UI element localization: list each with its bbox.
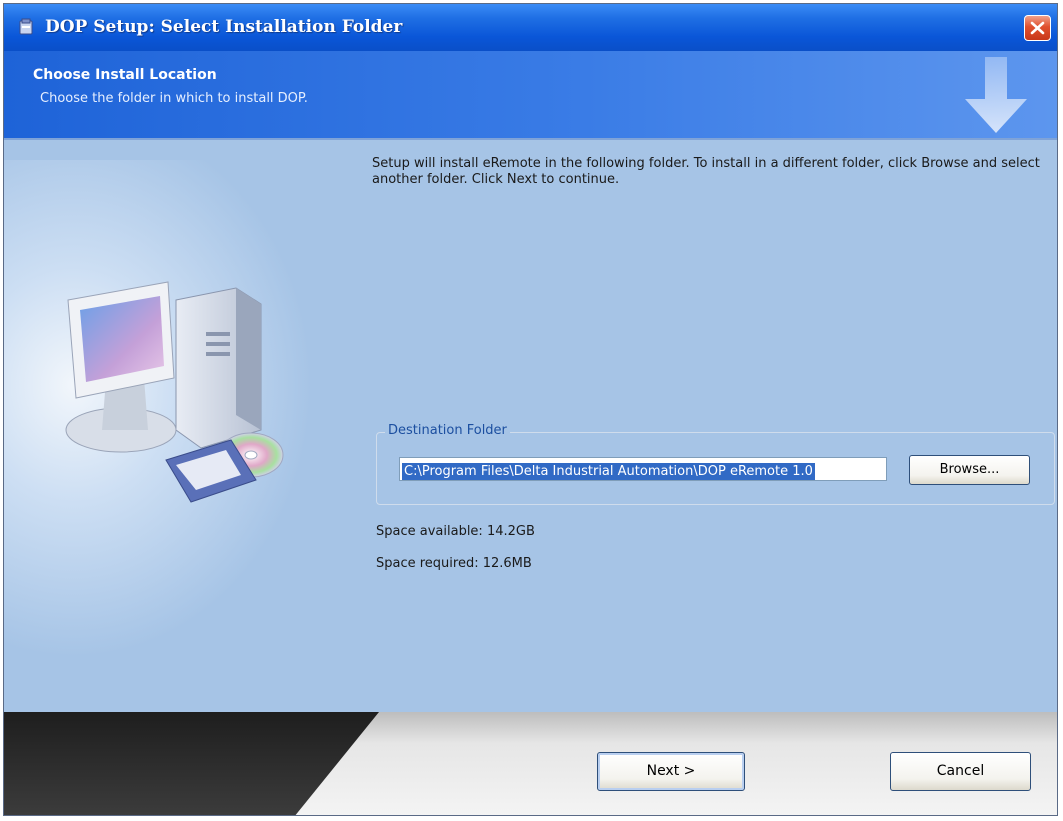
next-button[interactable]: Next > [597, 752, 745, 791]
destination-folder-label: Destination Folder [385, 423, 510, 438]
down-arrow-icon [965, 57, 1027, 133]
computer-illustration [65, 281, 284, 503]
destination-folder-input[interactable]: C:\Program Files\Delta Industrial Automa… [399, 457, 887, 481]
footer-bar: Next > Cancel [4, 712, 1057, 815]
footer-decoration [4, 712, 379, 815]
intro-text: Setup will install eRemote in the follow… [372, 156, 1040, 187]
title-bar[interactable]: DOP Setup: Select Installation Folder [4, 4, 1057, 51]
page-subtitle: Choose the folder in which to install DO… [40, 91, 308, 106]
space-available: Space available: 14.2GB [376, 524, 535, 539]
installer-icon [19, 18, 33, 35]
destination-folder-group: Destination Folder C:\Program Files\Delt… [376, 423, 1055, 505]
cancel-button[interactable]: Cancel [890, 752, 1031, 791]
page-title: Choose Install Location [33, 67, 217, 83]
setup-window: DOP Setup: Select Installation Folder Ch… [3, 3, 1058, 816]
destination-folder-path: C:\Program Files\Delta Industrial Automa… [402, 463, 815, 480]
content-area: Setup will install eRemote in the follow… [4, 140, 1057, 712]
window-title: DOP Setup: Select Installation Folder [45, 17, 403, 37]
close-icon [1030, 21, 1045, 35]
close-button[interactable] [1024, 15, 1051, 41]
header-panel: Choose Install Location Choose the folde… [4, 51, 1057, 140]
browse-button[interactable]: Browse... [909, 455, 1030, 485]
space-required: Space required: 12.6MB [376, 556, 532, 571]
